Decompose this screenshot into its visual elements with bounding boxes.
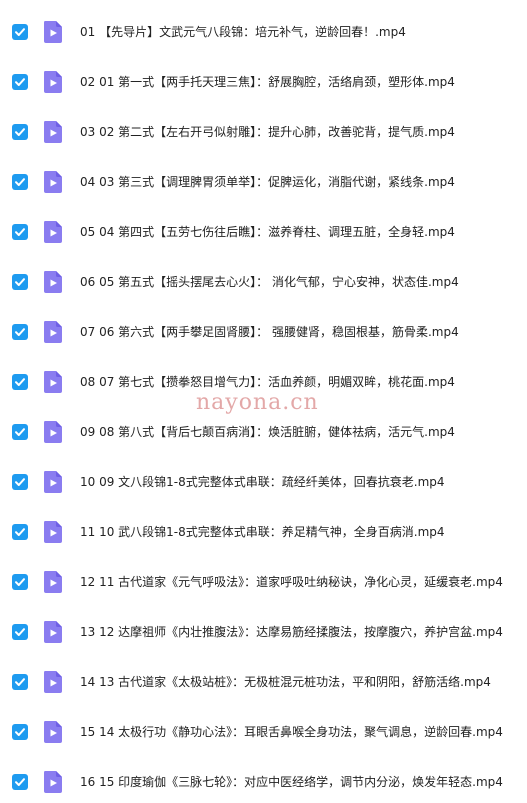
file-checkbox[interactable]: [12, 674, 28, 690]
file-row[interactable]: 02 01 第一式【两手托天理三焦】：舒展胸腔，活络肩颈，塑形体.mp4: [0, 66, 527, 98]
file-row[interactable]: 04 03 第三式【调理脾胃须单举】：促脾运化，消脂代谢，紧线条.mp4: [0, 166, 527, 198]
video-file-icon: [42, 720, 64, 744]
video-file-icon: [42, 170, 64, 194]
file-checkbox[interactable]: [12, 24, 28, 40]
video-file-icon: [42, 270, 64, 294]
video-file-icon: [42, 220, 64, 244]
checkmark-icon: [15, 228, 25, 236]
checkmark-icon: [15, 578, 25, 586]
file-checkbox[interactable]: [12, 224, 28, 240]
file-row[interactable]: 01 【先导片】文武元气八段锦：培元补气，逆龄回春！.mp4: [0, 16, 527, 48]
file-checkbox[interactable]: [12, 124, 28, 140]
checkmark-icon: [15, 78, 25, 86]
video-file-icon: [42, 20, 64, 44]
checkmark-icon: [15, 528, 25, 536]
file-name[interactable]: 04 03 第三式【调理脾胃须单举】：促脾运化，消脂代谢，紧线条.mp4: [80, 166, 455, 198]
file-row[interactable]: 09 08 第八式【背后七颠百病消】：焕活脏腑，健体祛病，活元气.mp4: [0, 416, 527, 448]
file-checkbox[interactable]: [12, 274, 28, 290]
file-name[interactable]: 06 05 第五式【摇头摆尾去心火】： 消化气郁，宁心安神，状态佳.mp4: [80, 266, 459, 298]
checkmark-icon: [15, 28, 25, 36]
checkmark-icon: [15, 178, 25, 186]
checkmark-icon: [15, 478, 25, 486]
file-name[interactable]: 03 02 第二式【左右开弓似射雕】：提升心肺，改善驼背，提气质.mp4: [80, 116, 455, 148]
file-name[interactable]: 10 09 文八段锦1-8式完整体式串联：疏经纤美体，回春抗衰老.mp4: [80, 466, 445, 498]
checkmark-icon: [15, 678, 25, 686]
file-checkbox[interactable]: [12, 474, 28, 490]
video-file-icon: [42, 620, 64, 644]
file-name[interactable]: 12 11 古代道家《元气呼吸法》：道家呼吸吐纳秘诀，净化心灵，延缓衰老.mp4: [80, 566, 503, 598]
file-checkbox[interactable]: [12, 424, 28, 440]
watermark: nayona.cn: [196, 390, 319, 415]
file-row[interactable]: 13 12 达摩祖师《内壮推腹法》：达摩易筋经揉腹法，按摩腹穴，养护宫盆.mp4: [0, 616, 527, 648]
file-checkbox[interactable]: [12, 374, 28, 390]
file-name[interactable]: 05 04 第四式【五劳七伤往后瞧】：滋养脊柱、调理五脏，全身轻.mp4: [80, 216, 455, 248]
video-file-icon: [42, 520, 64, 544]
file-row[interactable]: 11 10 武八段锦1-8式完整体式串联：养足精气神，全身百病消.mp4: [0, 516, 527, 548]
video-file-icon: [42, 70, 64, 94]
file-row[interactable]: 16 15 印度瑜伽《三脉七轮》：对应中医经络学，调节内分泌，焕发年轻态.mp4: [0, 766, 527, 798]
checkmark-icon: [15, 628, 25, 636]
file-checkbox[interactable]: [12, 724, 28, 740]
file-name[interactable]: 11 10 武八段锦1-8式完整体式串联：养足精气神，全身百病消.mp4: [80, 516, 445, 548]
file-checkbox[interactable]: [12, 524, 28, 540]
checkmark-icon: [15, 128, 25, 136]
video-file-icon: [42, 320, 64, 344]
file-checkbox[interactable]: [12, 624, 28, 640]
file-name[interactable]: 02 01 第一式【两手托天理三焦】：舒展胸腔，活络肩颈，塑形体.mp4: [80, 66, 455, 98]
file-row[interactable]: 14 13 古代道家《太极站桩》：无极桩混元桩功法，平和阴阳，舒筋活络.mp4: [0, 666, 527, 698]
checkmark-icon: [15, 278, 25, 286]
file-name[interactable]: 13 12 达摩祖师《内壮推腹法》：达摩易筋经揉腹法，按摩腹穴，养护宫盆.mp4: [80, 616, 503, 648]
file-checkbox[interactable]: [12, 324, 28, 340]
checkmark-icon: [15, 328, 25, 336]
file-name[interactable]: 01 【先导片】文武元气八段锦：培元补气，逆龄回春！.mp4: [80, 16, 406, 48]
file-row[interactable]: 06 05 第五式【摇头摆尾去心火】： 消化气郁，宁心安神，状态佳.mp4: [0, 266, 527, 298]
file-name[interactable]: 16 15 印度瑜伽《三脉七轮》：对应中医经络学，调节内分泌，焕发年轻态.mp4: [80, 766, 503, 798]
file-name[interactable]: 09 08 第八式【背后七颠百病消】：焕活脏腑，健体祛病，活元气.mp4: [80, 416, 455, 448]
video-file-icon: [42, 770, 64, 794]
video-file-icon: [42, 570, 64, 594]
file-checkbox[interactable]: [12, 574, 28, 590]
file-row[interactable]: 07 06 第六式【两手攀足固肾腰】： 强腰健肾，稳固根基，筋骨柔.mp4: [0, 316, 527, 348]
file-name[interactable]: 14 13 古代道家《太极站桩》：无极桩混元桩功法，平和阴阳，舒筋活络.mp4: [80, 666, 491, 698]
file-row[interactable]: 05 04 第四式【五劳七伤往后瞧】：滋养脊柱、调理五脏，全身轻.mp4: [0, 216, 527, 248]
video-file-icon: [42, 470, 64, 494]
video-file-icon: [42, 670, 64, 694]
file-checkbox[interactable]: [12, 174, 28, 190]
file-name[interactable]: 15 14 太极行功《静功心法》：耳眼舌鼻喉全身功法，聚气调息，逆龄回春.mp4: [80, 716, 503, 748]
file-row[interactable]: 10 09 文八段锦1-8式完整体式串联：疏经纤美体，回春抗衰老.mp4: [0, 466, 527, 498]
checkmark-icon: [15, 778, 25, 786]
checkmark-icon: [15, 728, 25, 736]
video-file-icon: [42, 120, 64, 144]
file-name[interactable]: 07 06 第六式【两手攀足固肾腰】： 强腰健肾，稳固根基，筋骨柔.mp4: [80, 316, 459, 348]
file-row[interactable]: 03 02 第二式【左右开弓似射雕】：提升心肺，改善驼背，提气质.mp4: [0, 116, 527, 148]
file-checkbox[interactable]: [12, 774, 28, 790]
checkmark-icon: [15, 428, 25, 436]
video-file-icon: [42, 420, 64, 444]
file-row[interactable]: 15 14 太极行功《静功心法》：耳眼舌鼻喉全身功法，聚气调息，逆龄回春.mp4: [0, 716, 527, 748]
file-row[interactable]: 12 11 古代道家《元气呼吸法》：道家呼吸吐纳秘诀，净化心灵，延缓衰老.mp4: [0, 566, 527, 598]
checkmark-icon: [15, 378, 25, 386]
file-checkbox[interactable]: [12, 74, 28, 90]
video-file-icon: [42, 370, 64, 394]
